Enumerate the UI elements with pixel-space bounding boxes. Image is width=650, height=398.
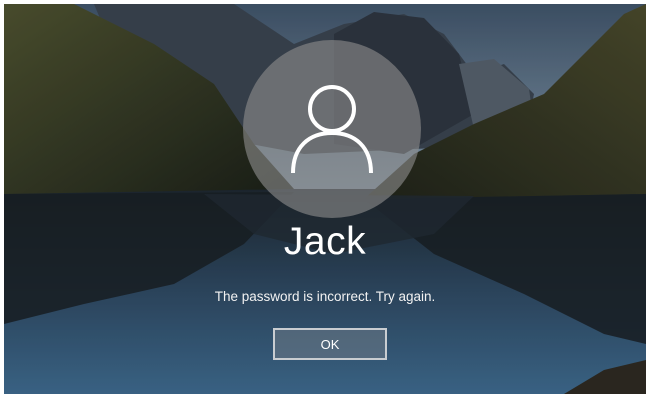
user-profile-icon bbox=[291, 85, 373, 174]
error-message: The password is incorrect. Try again. bbox=[214, 289, 436, 304]
username: Jack bbox=[283, 220, 367, 263]
lock-screen: Jack The password is incorrect. Try agai… bbox=[4, 4, 646, 394]
ok-button[interactable]: OK bbox=[273, 328, 387, 360]
user-avatar bbox=[243, 40, 421, 218]
